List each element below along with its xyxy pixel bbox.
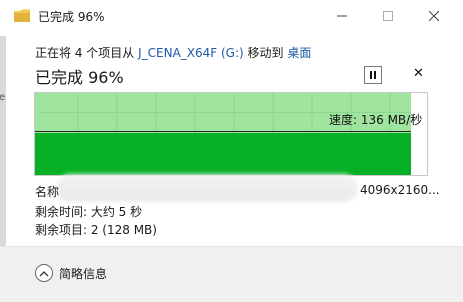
- file-operation-dialog: e 已完成 96% 正在将 4 个项目从 J_CENA_X64F (G:) 移动…: [0, 0, 463, 302]
- operation-description: 正在将 4 个项目从 J_CENA_X64F (G:) 移动到 桌面: [35, 44, 311, 61]
- items-remaining: 剩余项目: 2 (128 MB): [35, 223, 157, 237]
- pause-icon-bar-left: [370, 71, 372, 79]
- pause-icon-bar-right: [374, 71, 376, 79]
- chevron-up-glyph: [39, 270, 49, 276]
- progress-status: 已完成 96%: [35, 68, 124, 87]
- pause-button[interactable]: [364, 66, 382, 84]
- operation-middle: 移动到: [247, 46, 284, 60]
- chevron-up-icon[interactable]: [35, 264, 53, 282]
- cancel-operation-button[interactable]: ✕: [413, 66, 424, 81]
- file-name-value: 4096x2160...: [360, 183, 440, 197]
- redacted-region: [56, 174, 358, 202]
- destination-link[interactable]: 桌面: [287, 46, 311, 60]
- progress-remaining-area: [411, 93, 427, 175]
- title-bar[interactable]: 已完成 96%: [0, 0, 463, 32]
- operation-prefix: 正在将 4 个项目从: [35, 46, 135, 60]
- folder-icon: [14, 9, 30, 22]
- minimize-icon: [337, 15, 347, 17]
- source-link[interactable]: J_CENA_X64F (G:): [138, 46, 244, 60]
- minimize-button[interactable]: [319, 0, 365, 32]
- throughput-fill: [35, 133, 427, 175]
- fewer-details-toggle[interactable]: 简略信息: [59, 265, 107, 282]
- speed-readout: 速度: 136 MB/秒: [329, 113, 423, 127]
- file-name-label: 名称: [35, 185, 60, 199]
- close-icon: [429, 11, 439, 21]
- window-close-button[interactable]: [411, 0, 457, 32]
- progress-graph: [34, 92, 428, 176]
- background-window-text: e: [0, 92, 6, 103]
- speed-line: [35, 131, 427, 132]
- maximize-button[interactable]: [365, 0, 411, 32]
- time-remaining: 剩余时间: 大约 5 秒: [35, 205, 143, 219]
- window-title: 已完成 96%: [38, 10, 105, 24]
- maximize-icon: [383, 11, 393, 21]
